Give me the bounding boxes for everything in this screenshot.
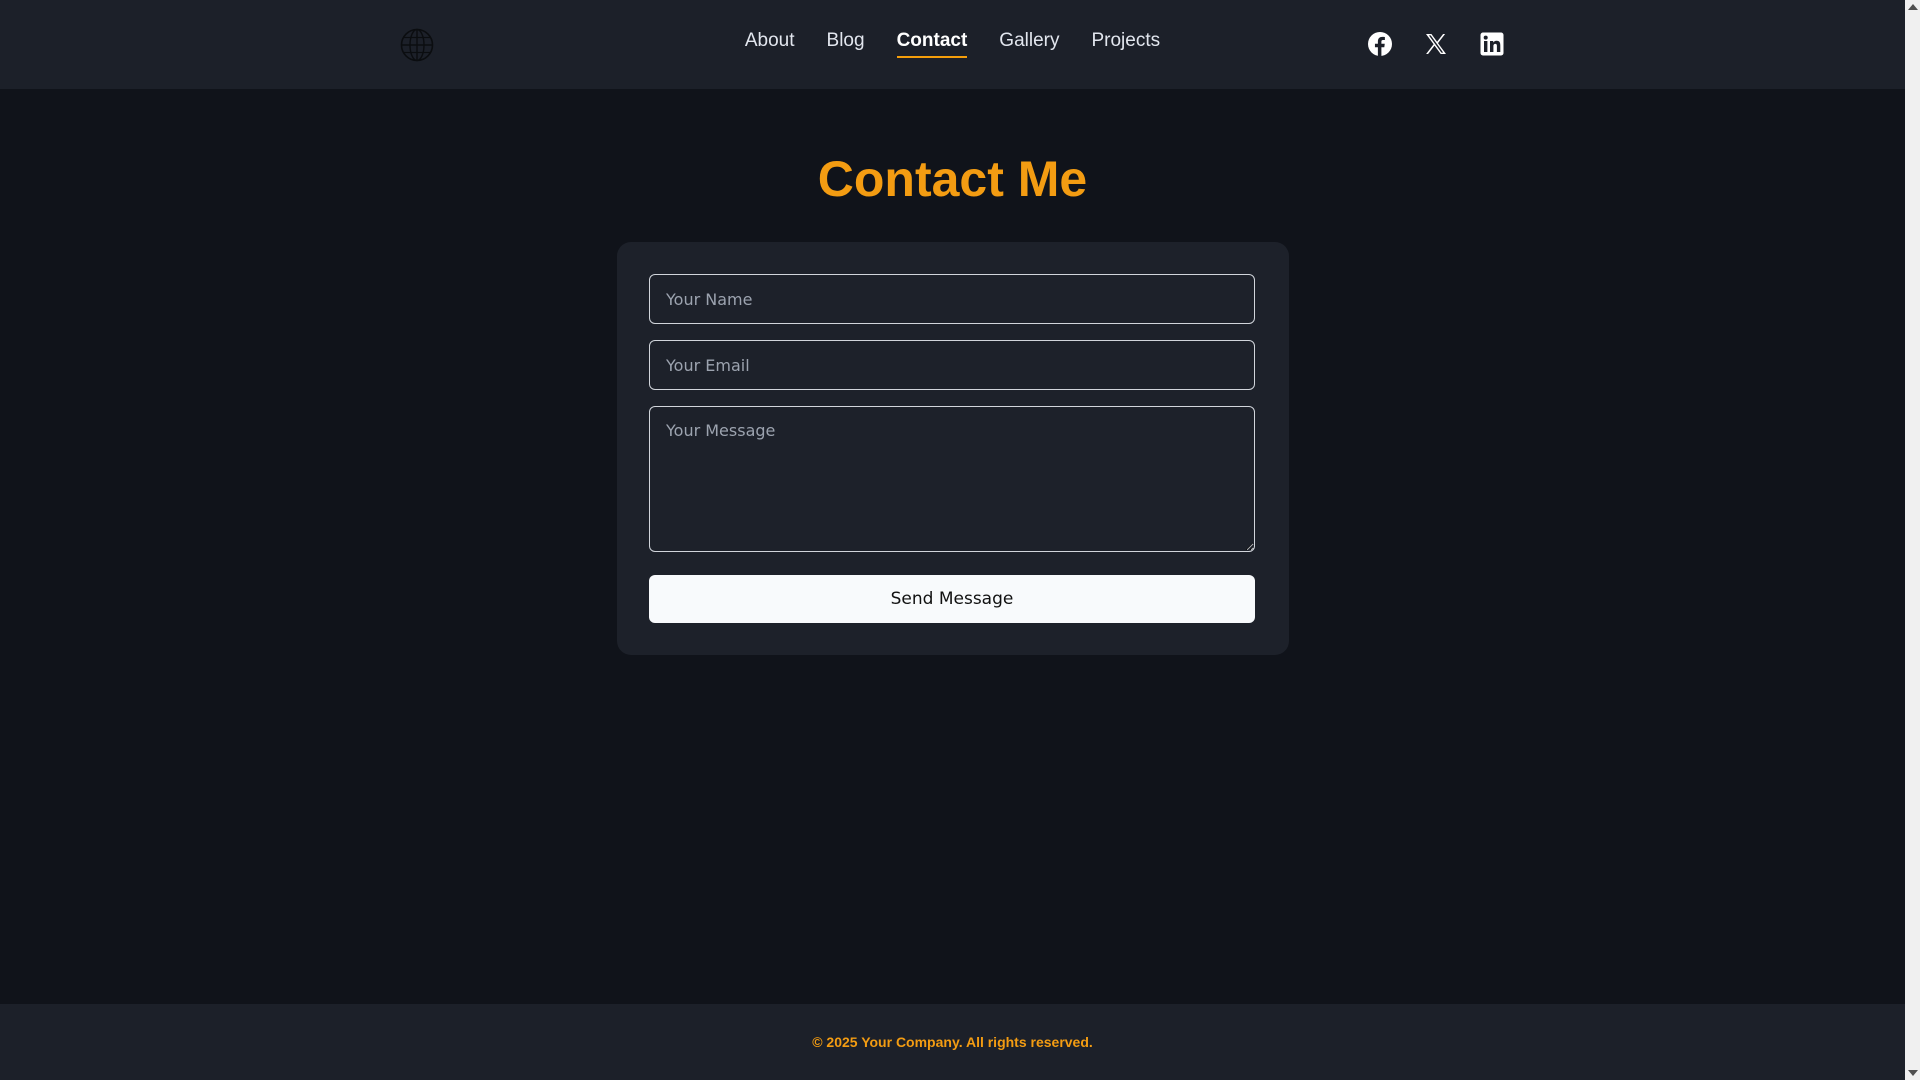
contact-form: Send Message — [617, 242, 1289, 655]
facebook-icon[interactable] — [1368, 32, 1392, 56]
nav-links: About Blog Contact Gallery Projects — [745, 30, 1160, 58]
nav-about[interactable]: About — [745, 30, 795, 58]
nav-contact[interactable]: Contact — [896, 30, 967, 58]
email-input[interactable] — [649, 340, 1255, 390]
nav-projects[interactable]: Projects — [1091, 30, 1160, 58]
scroll-up-arrow-icon[interactable] — [1908, 4, 1918, 10]
nav-blog[interactable]: Blog — [827, 30, 865, 58]
x-icon[interactable] — [1424, 32, 1448, 56]
scroll-down-arrow-icon[interactable] — [1908, 1070, 1918, 1076]
vertical-scrollbar[interactable] — [1905, 0, 1920, 1080]
page-title: Contact Me — [817, 151, 1088, 207]
page: About Blog Contact Gallery Projects Cont… — [0, 0, 1905, 1080]
linkedin-icon[interactable] — [1480, 32, 1504, 56]
name-input[interactable] — [649, 274, 1255, 324]
site-footer: © 2025 Your Company. All rights reserved… — [0, 1004, 1905, 1080]
main-nav: About Blog Contact Gallery Projects — [0, 30, 1905, 58]
message-textarea[interactable] — [649, 406, 1255, 552]
site-header: About Blog Contact Gallery Projects — [0, 0, 1905, 89]
nav-gallery[interactable]: Gallery — [999, 30, 1059, 58]
send-message-button[interactable]: Send Message — [649, 575, 1255, 623]
social-links — [1368, 32, 1504, 56]
copyright-text: © 2025 Your Company. All rights reserved… — [812, 1034, 1093, 1050]
